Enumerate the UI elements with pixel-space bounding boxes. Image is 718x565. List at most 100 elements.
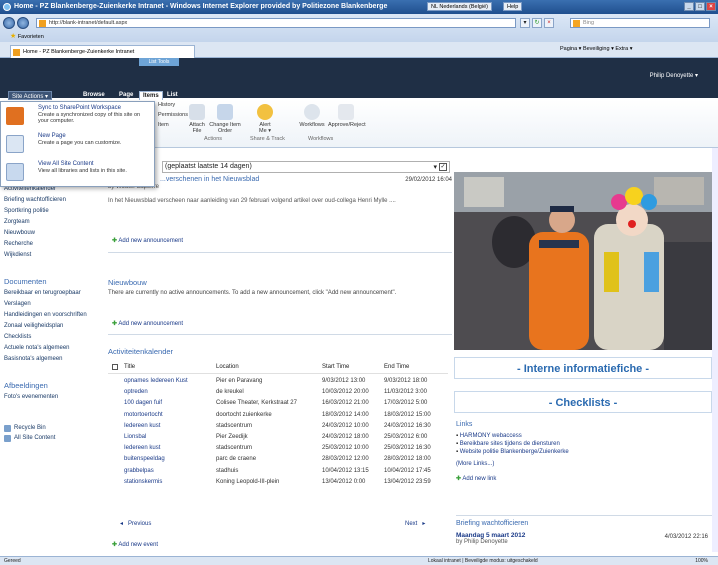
event-title[interactable]: grabbelpas bbox=[124, 468, 154, 474]
menu-item-sync[interactable]: Sync to SharePoint Workspace Create a sy… bbox=[4, 104, 152, 131]
add-icon: ✚ bbox=[112, 542, 118, 548]
sharepoint-workspace-icon bbox=[6, 107, 24, 125]
nav-zorgteam[interactable]: Zorgteam bbox=[0, 217, 104, 228]
event-title[interactable]: Iedereen kust bbox=[124, 445, 160, 451]
calendar-prev[interactable]: ◂ Previous bbox=[120, 520, 151, 527]
col-location[interactable]: Location bbox=[216, 364, 239, 370]
checklists-title[interactable]: - Checklists - bbox=[455, 397, 711, 409]
nav-briefing[interactable]: Briefing wachtofficieren bbox=[0, 195, 104, 206]
menu-item-new-page[interactable]: New Page Create a page you can customize… bbox=[4, 132, 152, 159]
search-input[interactable]: Bing bbox=[570, 18, 710, 28]
announcements-view-selector[interactable]: (geplaatst laatste 14 dagen) ▾ ✓ bbox=[162, 161, 450, 173]
nav-head-documenten[interactable]: Documenten bbox=[0, 275, 104, 288]
more-links[interactable]: (More Links...) bbox=[456, 461, 712, 467]
back-button[interactable] bbox=[3, 17, 15, 29]
tab-browse[interactable]: Browse bbox=[80, 91, 108, 100]
link-item[interactable]: ▪ Website politie Blankenberge/Zuienkerk… bbox=[456, 448, 712, 456]
approve-reject-button[interactable]: Approve/Reject bbox=[328, 104, 366, 128]
col-title[interactable]: Title bbox=[124, 364, 135, 370]
help-button[interactable]: Help bbox=[503, 2, 523, 11]
nav-wijkdienst[interactable]: Wijkdienst bbox=[0, 250, 104, 261]
nav-all-site-content[interactable]: All Site Content bbox=[0, 433, 104, 443]
ie-command-bar[interactable]: Pagina ▾ Beveiliging ▾ Extra ▾ bbox=[560, 46, 633, 52]
forward-button[interactable] bbox=[17, 17, 29, 29]
select-all-checkbox[interactable] bbox=[112, 364, 118, 370]
nav-checklists[interactable]: Checklists bbox=[0, 332, 104, 343]
select-checkbox[interactable]: ✓ bbox=[439, 163, 447, 171]
minimize-button[interactable]: _ bbox=[684, 2, 694, 11]
permissions-label[interactable]: Permissions bbox=[158, 112, 188, 118]
link-item[interactable]: ▪ HARMONY webaccess bbox=[456, 432, 712, 440]
event-title[interactable]: Iedereen kust bbox=[124, 423, 160, 429]
nav-handleidingen[interactable]: Handleidingen en voorschriften bbox=[0, 310, 104, 321]
page-scrollbar[interactable] bbox=[712, 148, 718, 552]
nav-recherche[interactable]: Recherche bbox=[0, 239, 104, 250]
calendar-next[interactable]: Next ▸ bbox=[405, 520, 425, 527]
nav-head-afbeeldingen[interactable]: Afbeeldingen bbox=[0, 379, 104, 392]
calendar-title[interactable]: Activiteitenkalender bbox=[108, 347, 173, 356]
bell-icon bbox=[257, 104, 273, 120]
event-title[interactable]: buitenspeeldag bbox=[124, 456, 165, 462]
site-content-icon bbox=[6, 163, 24, 181]
tab-items[interactable]: Items bbox=[139, 91, 163, 100]
chevron-down-icon[interactable]: ▾ bbox=[433, 163, 437, 171]
nav-recycle-bin[interactable]: Recycle Bin bbox=[0, 423, 104, 433]
alert-me-button[interactable]: Alert Me ▾ bbox=[255, 104, 275, 134]
site-actions-button[interactable]: Site Actions ▾ bbox=[8, 91, 53, 100]
announcements-header: (geplaatst laatste 14 dagen) bbox=[165, 163, 252, 170]
event-end: 11/03/2012 3:00 bbox=[384, 389, 427, 396]
tab-list[interactable]: List bbox=[164, 91, 181, 100]
workflow-icon bbox=[304, 104, 320, 120]
event-end: 10/04/2012 17:45 bbox=[384, 467, 431, 474]
item-label[interactable]: Item bbox=[158, 122, 169, 128]
add-nieuwbouw-link[interactable]: ✚ Add new announcement bbox=[112, 320, 183, 327]
menu-item-view-all[interactable]: View All Site Content View all libraries… bbox=[4, 160, 152, 187]
event-title[interactable]: opnames Iedereen Kust bbox=[124, 378, 188, 384]
maximize-button[interactable]: □ bbox=[695, 2, 705, 11]
interne-informatiefiche-box[interactable]: - Interne informatiefiche - bbox=[454, 357, 712, 379]
event-title[interactable]: motortoertocht bbox=[124, 412, 163, 418]
attach-file-button[interactable]: Attach File bbox=[186, 104, 208, 134]
interne-informatiefiche-title[interactable]: - Interne informatiefiche - bbox=[455, 363, 711, 375]
event-title[interactable]: stationskermis bbox=[124, 479, 162, 485]
change-item-order-button[interactable]: Change Item Order bbox=[208, 104, 242, 134]
col-end[interactable]: End Time bbox=[384, 364, 409, 370]
briefing-title[interactable]: Briefing wachtofficieren bbox=[456, 520, 712, 527]
nav-bereikbaar[interactable]: Bereikbaar en terugroepbaar bbox=[0, 288, 104, 299]
favorites-label[interactable]: Favorieten bbox=[18, 34, 44, 40]
tab-page[interactable]: Page bbox=[116, 91, 136, 100]
history-label[interactable]: History bbox=[158, 102, 175, 108]
close-window-button[interactable]: × bbox=[706, 2, 716, 11]
event-title[interactable]: Lionsbal bbox=[124, 434, 146, 440]
col-start[interactable]: Start Time bbox=[322, 364, 349, 370]
dropdown-icon[interactable]: ▾ bbox=[520, 18, 530, 28]
checklists-box[interactable]: - Checklists - bbox=[454, 391, 712, 413]
add-link[interactable]: ✚ Add new link bbox=[456, 475, 712, 482]
site-content-small-icon bbox=[4, 435, 11, 442]
nav-verslagen[interactable]: Verslagen bbox=[0, 299, 104, 310]
language-indicator[interactable]: NL Nederlands (België) bbox=[427, 2, 492, 11]
nav-basisnotas[interactable]: Basisnota's algemeen bbox=[0, 354, 104, 365]
add-event-link[interactable]: ✚ Add new event bbox=[112, 541, 158, 548]
nav-nieuwbouw[interactable]: Nieuwbouw bbox=[0, 228, 104, 239]
nav-zonaal[interactable]: Zonaal veiligheidsplan bbox=[0, 321, 104, 332]
refresh-icon[interactable]: ↻ bbox=[532, 18, 542, 28]
nav-fotos[interactable]: Foto's evenementen bbox=[0, 392, 104, 403]
event-title[interactable]: 100 dagen fuif bbox=[124, 400, 162, 406]
links-title[interactable]: Links bbox=[456, 421, 712, 428]
add-announcement-link[interactable]: ✚ Add new announcement bbox=[112, 237, 183, 244]
quick-launch: Activiteitenkalender Briefing wachtoffic… bbox=[0, 148, 104, 552]
nav-actuele-notas[interactable]: Actuele nota's algemeen bbox=[0, 343, 104, 354]
browser-tab[interactable]: Home - PZ Blankenberge-Zuienkerke Intran… bbox=[10, 45, 195, 58]
workflows-button[interactable]: Workflows bbox=[296, 104, 328, 128]
zoom-level[interactable]: 100% bbox=[695, 558, 708, 564]
stop-icon[interactable]: × bbox=[544, 18, 554, 28]
nieuwbouw-title[interactable]: Nieuwbouw bbox=[108, 278, 147, 287]
event-title[interactable]: optreden bbox=[124, 389, 148, 395]
url-field[interactable]: http://blank-intranet/default.aspx bbox=[36, 18, 516, 28]
favorites-star-icon[interactable]: ★ bbox=[10, 33, 16, 40]
nav-sportkring[interactable]: Sportkring politie bbox=[0, 206, 104, 217]
event-end: 9/03/2012 18:00 bbox=[384, 378, 428, 384]
user-menu[interactable]: Philip Denoyette ▾ bbox=[650, 72, 698, 79]
link-item[interactable]: ▪ Bereikbare sites tijdens de diensturen bbox=[456, 440, 712, 448]
